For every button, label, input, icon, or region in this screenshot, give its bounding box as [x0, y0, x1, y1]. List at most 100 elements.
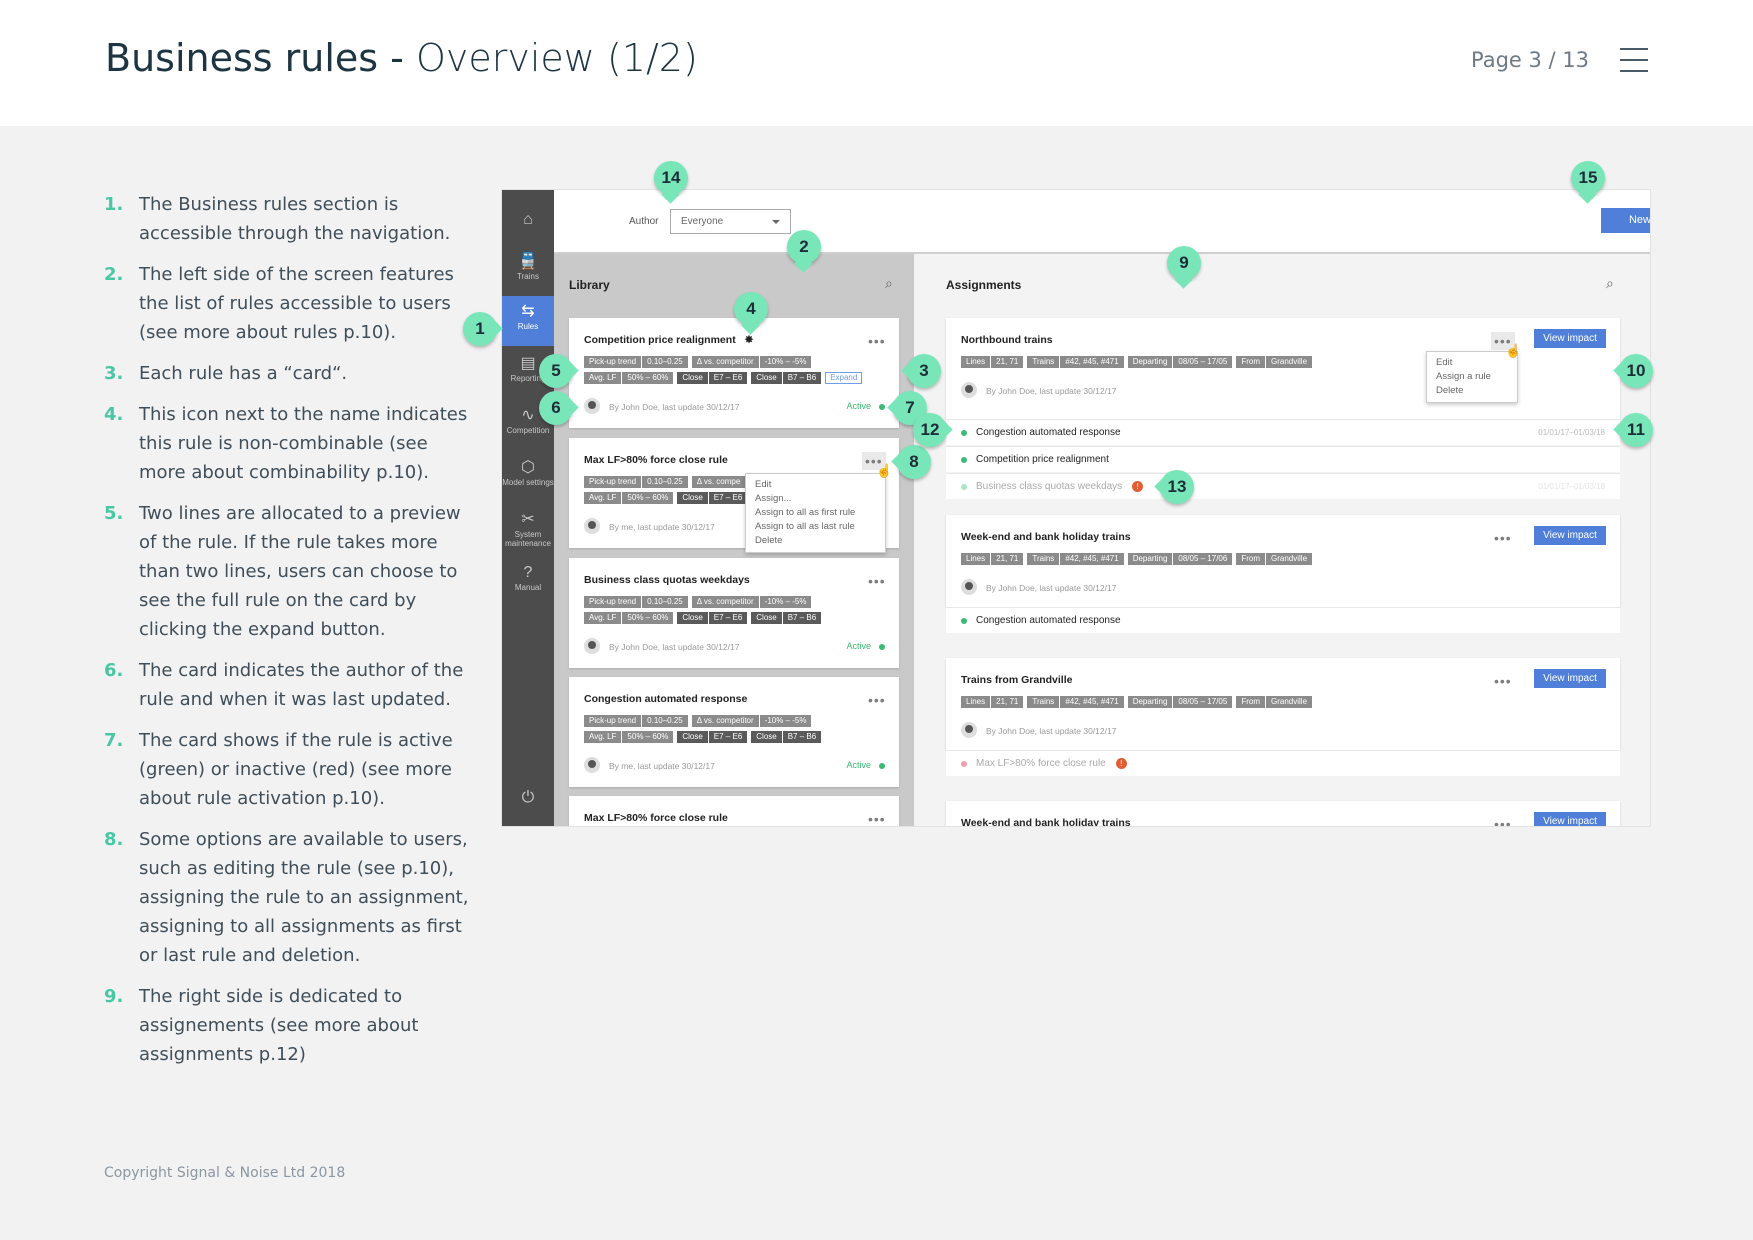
menu-item-edit[interactable]: Edit [1436, 356, 1508, 370]
view-impact-button[interactable]: View impact [1534, 526, 1606, 545]
rule-card[interactable]: Competition price realignment ✸ ••• Pick… [569, 318, 899, 428]
note-number: 5. [104, 503, 124, 524]
menu-item-assign[interactable]: Assign... [755, 492, 876, 506]
tag-key: Close [756, 732, 777, 741]
nav-home[interactable]: ⌂ [502, 195, 554, 245]
more-options-icon[interactable]: ••• [868, 334, 886, 348]
tag-key: Trains [1032, 554, 1055, 563]
rule-card[interactable]: Business class quotas weekdays ••• Pick-… [569, 558, 899, 668]
callout-1: 1 [463, 312, 497, 346]
tag-key: Departing [1132, 357, 1168, 366]
tag-key: Trains [1032, 357, 1055, 366]
rule-title: Max LF>80% force close rule [584, 812, 728, 824]
assignment-tag: Trains #42, #45, #471 [1027, 696, 1124, 708]
note-text: The right side is dedicated to assigneme… [139, 986, 419, 1065]
rule-tag: Pick-up trend 0.10–0.25 [584, 596, 688, 608]
menu-item-assign-last[interactable]: Assign to all as last rule [755, 520, 876, 534]
assignment-card[interactable]: Trains from Grandville ••• View impact L… [946, 658, 1620, 750]
menu-item-delete[interactable]: Delete [755, 534, 876, 548]
avatar [584, 757, 600, 773]
new-button[interactable]: New [1601, 208, 1650, 233]
more-options-icon[interactable]: ••• [868, 693, 886, 707]
nav-logout[interactable]: ⏻ [502, 782, 554, 826]
assigned-rule-row[interactable]: Congestion automated response [946, 607, 1620, 633]
rule-tag: Avg. LF 50% – 60% [584, 372, 674, 384]
nav-model-settings[interactable]: ⬡ Model settings [502, 452, 554, 508]
tag-key: Close [756, 373, 777, 382]
tag-value: #42, #45, #471 [1059, 356, 1123, 368]
rule-title: Congestion automated response [584, 693, 748, 705]
assigned-rule-name: Congestion automated response [976, 427, 1121, 438]
rule-tag: Pick-up trend 0.10–0.25 [584, 356, 688, 368]
more-options-icon[interactable]: ••• [1494, 674, 1512, 688]
more-options-icon[interactable]: ••• [868, 812, 886, 826]
rule-card[interactable]: Congestion automated response ••• Pick-u… [569, 677, 899, 787]
rule-tag: Pick-up trend 0.10–0.25 [584, 476, 688, 488]
nav-system-maintenance[interactable]: ✂ System maintenance [502, 504, 554, 560]
avatar [584, 638, 600, 654]
more-options-icon[interactable]: ••• [1494, 531, 1512, 545]
tag-key: Close [756, 613, 777, 622]
hamburger-menu-icon[interactable] [1620, 48, 1648, 74]
assigned-rule-row[interactable]: Business class quotas weekdays! 01/01/17–… [946, 473, 1620, 499]
note-number: 8. [104, 829, 124, 850]
tag-value: 0.10–0.25 [641, 715, 688, 727]
assigned-rule-row[interactable]: Competition price realignment [946, 446, 1620, 472]
assignment-title: Trains from Grandville [961, 674, 1073, 686]
rule-card[interactable]: Max LF>80% force close rule ••• [569, 796, 899, 826]
assigned-rule-row[interactable]: Congestion automated response 01/01/17–01… [946, 419, 1620, 445]
title-main: Business rules - [105, 36, 404, 80]
assignment-tag: Lines 21, 71 [961, 553, 1024, 565]
menu-item-assign-rule[interactable]: Assign a rule [1436, 370, 1508, 384]
note-number: 7. [104, 730, 124, 751]
assignment-card[interactable]: Northbound trains ••• ☝ View impact Line… [946, 318, 1620, 419]
assigned-rule-row[interactable]: Max LF>80% force close rule! [946, 750, 1620, 776]
more-options-icon[interactable]: ••• [868, 574, 886, 588]
status-dot [961, 761, 967, 767]
tag-value: 50% – 60% [621, 731, 673, 743]
tag-value: Grandville [1265, 553, 1312, 565]
assigned-rule-name: Congestion automated response [976, 615, 1121, 626]
author-select[interactable]: Everyone [670, 209, 791, 234]
view-impact-button[interactable]: View impact [1534, 669, 1606, 688]
book-icon: ? [523, 564, 533, 581]
search-icon[interactable]: ⌕ [1606, 275, 1614, 292]
view-impact-button[interactable]: View impact [1534, 812, 1606, 826]
rule-tag: Close B7 – B6 [751, 372, 822, 384]
view-impact-button[interactable]: View impact [1534, 329, 1606, 348]
tag-value: 21, 71 [990, 356, 1023, 368]
nav-manual[interactable]: ? Manual [502, 557, 554, 607]
nav-trains[interactable]: 🚆 Trains [502, 246, 554, 296]
callout-3: 3 [907, 354, 941, 388]
note-number: 1. [104, 194, 124, 215]
tag-value: 0.10–0.25 [641, 476, 688, 488]
assignments-title: Assignments [946, 278, 1022, 292]
tag-key: Δ vs. competitor [696, 716, 754, 725]
expand-button[interactable]: Expand [825, 372, 863, 384]
more-options-icon[interactable]: ••• [1494, 817, 1512, 826]
note-number: 3. [104, 363, 124, 384]
warning-icon: ! [1115, 757, 1127, 769]
tag-key: Pick-up trend [589, 477, 637, 486]
assignment-author-meta: By John Doe, last update 30/12/17 [986, 583, 1117, 593]
tag-key: Close [682, 732, 703, 741]
nav-rules[interactable]: ⇆ Rules [502, 296, 554, 346]
assignment-card[interactable]: Week-end and bank holiday trains ••• Vie… [946, 801, 1620, 826]
rule-card[interactable]: Max LF>80% force close rule ••• ☝ Pick-u… [569, 438, 899, 553]
note-text: Each rule has a “card“. [139, 363, 348, 384]
tag-key: Departing [1132, 554, 1168, 563]
library-title: Library [569, 278, 610, 292]
note-number: 4. [104, 404, 124, 425]
copyright: Copyright Signal & Noise Ltd 2018 [104, 1165, 346, 1181]
menu-item-edit[interactable]: Edit [755, 478, 876, 492]
callout-10: 10 [1619, 354, 1653, 388]
rule-tag: Δ vs. competitor -10% – -5% [691, 596, 812, 608]
callout-4: 4 [734, 292, 768, 326]
menu-item-delete[interactable]: Delete [1436, 384, 1508, 398]
assignment-card[interactable]: Week-end and bank holiday trains ••• Vie… [946, 515, 1620, 607]
search-icon[interactable]: ⌕ [885, 275, 893, 292]
tag-key: Δ vs. competitor [696, 357, 754, 366]
rule-tag: Pick-up trend 0.10–0.25 [584, 715, 688, 727]
menu-item-assign-first[interactable]: Assign to all as first rule [755, 506, 876, 520]
tag-key: Avg. LF [589, 732, 617, 741]
